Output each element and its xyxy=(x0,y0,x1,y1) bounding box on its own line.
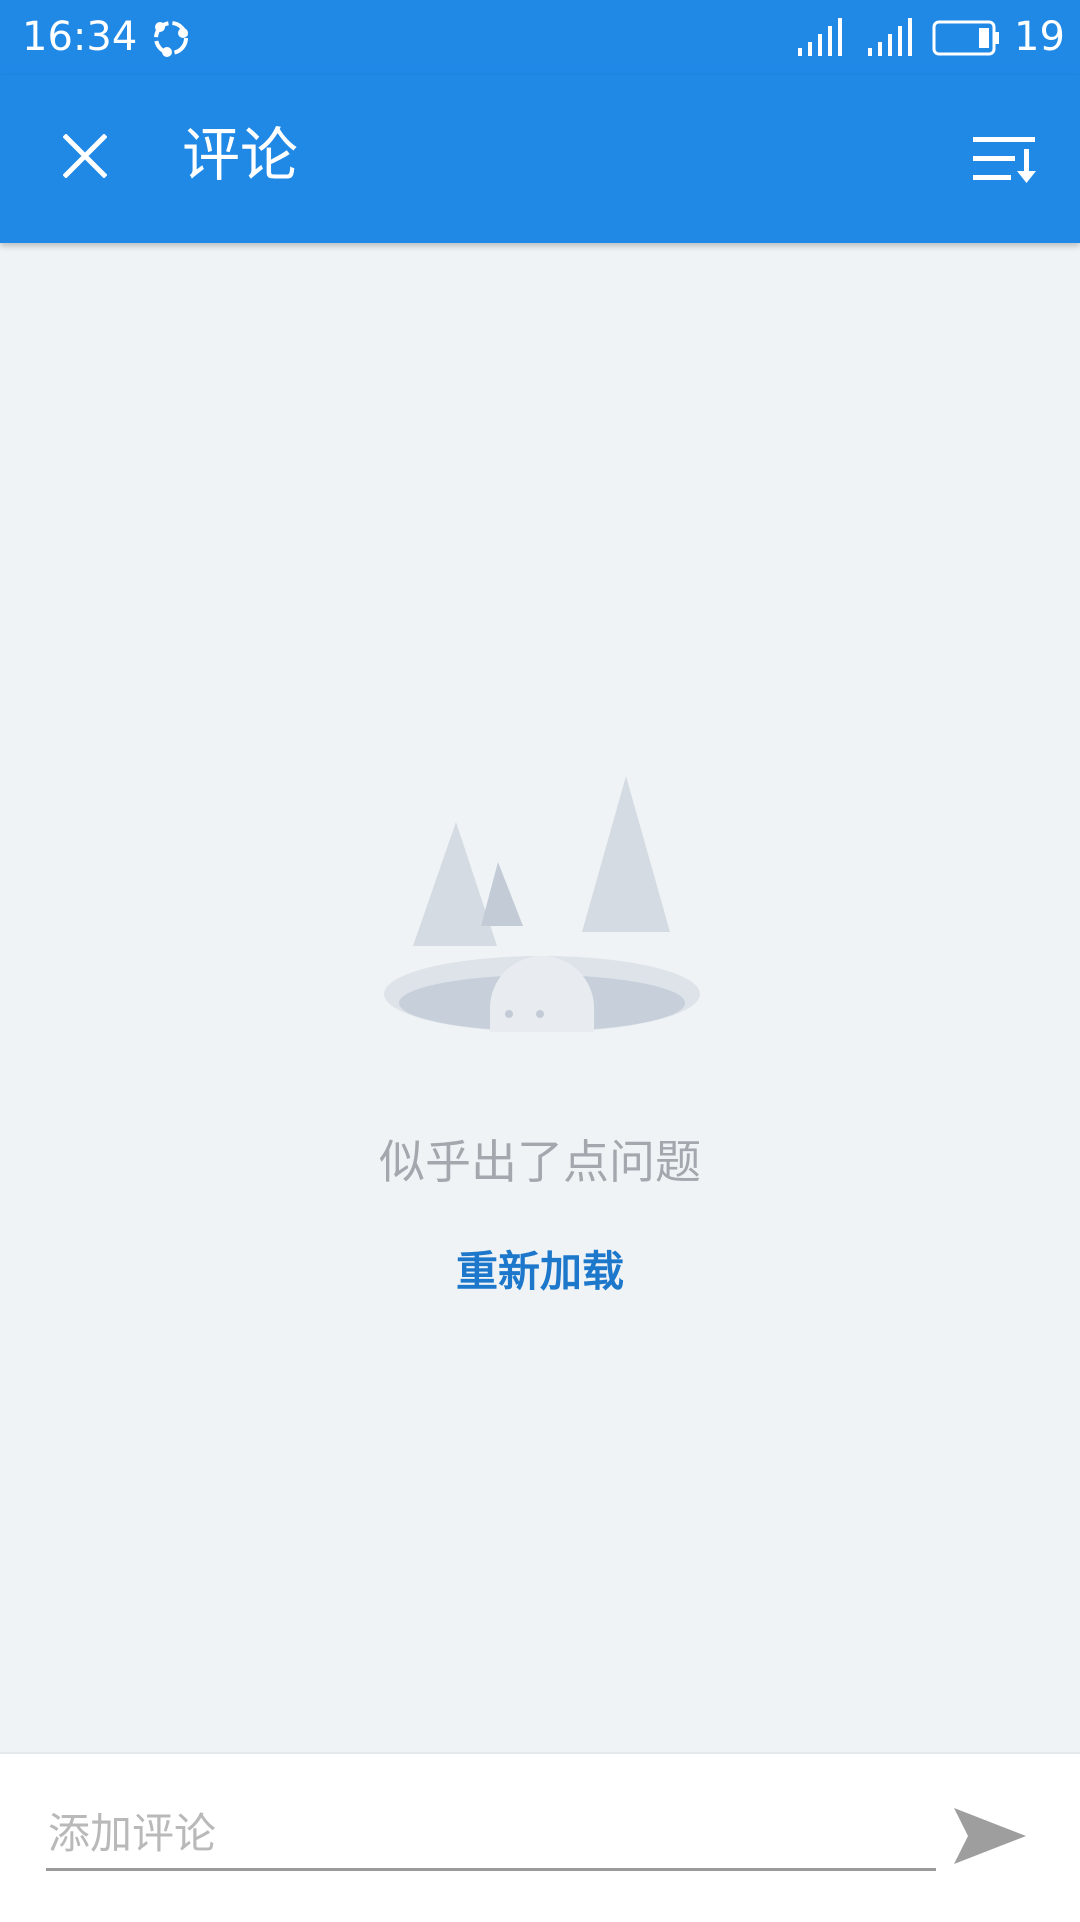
error-message: 似乎出了点问题 xyxy=(379,1135,701,1189)
app-bar: 评论 xyxy=(0,75,1080,243)
battery-icon xyxy=(932,20,999,56)
signal-icon xyxy=(798,18,842,56)
status-bar: 16:34 19 xyxy=(0,0,1080,75)
send-icon[interactable] xyxy=(948,1800,1032,1872)
status-time: 16:34 xyxy=(22,14,138,60)
close-icon xyxy=(63,134,107,178)
page-title: 评论 xyxy=(182,121,299,189)
empty-hole-illustration xyxy=(384,776,700,1032)
comment-input[interactable] xyxy=(46,1798,936,1871)
sync-icon xyxy=(154,21,188,57)
reload-button[interactable]: 重新加载 xyxy=(390,1242,690,1302)
signal-icon xyxy=(868,18,912,56)
comment-bar xyxy=(0,1752,1080,1922)
sort-icon xyxy=(973,137,1036,183)
battery-level: 19 xyxy=(1014,14,1065,60)
close-button[interactable] xyxy=(40,111,130,201)
sort-button[interactable] xyxy=(960,115,1050,205)
